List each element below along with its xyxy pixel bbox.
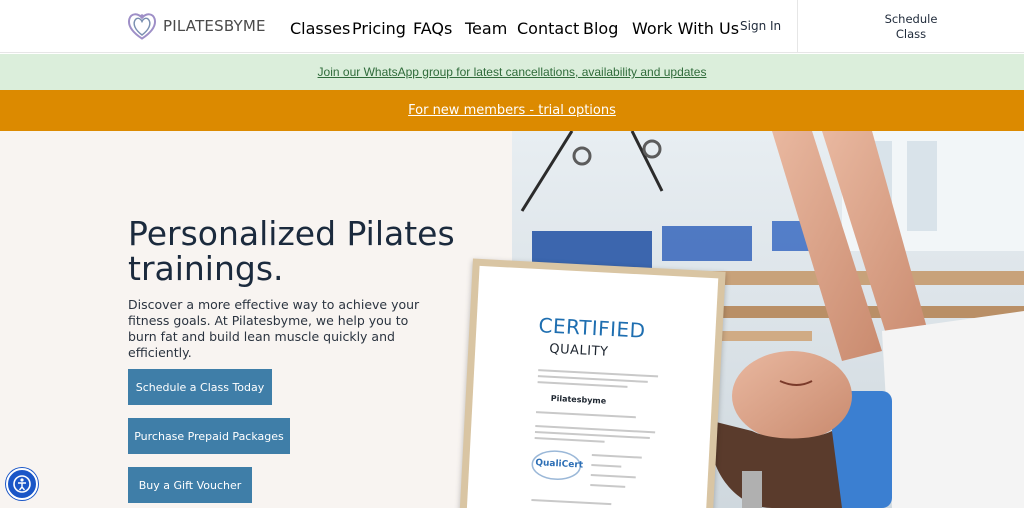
accessibility-button[interactable] [6, 468, 38, 500]
site-header: PILATESBYME Classes Pricing FAQs Team Co… [0, 0, 1024, 53]
nav-work-with-us[interactable]: Work With Us [632, 19, 739, 38]
certificate-text-line [531, 498, 612, 506]
nav-pricing[interactable]: Pricing [352, 19, 406, 38]
certificate-title: CERTIFIED [537, 313, 647, 343]
certificate-text-line [537, 381, 628, 388]
certificate-text-line [534, 437, 605, 443]
brand-name: PILATESBYME [163, 17, 266, 35]
hero-title: Personalized Pilates trainings. [128, 214, 455, 288]
trial-banner: For new members - trial options [0, 90, 1024, 131]
certificate-text-line [590, 474, 636, 479]
hero-description: Discover a more effective way to achieve… [128, 297, 420, 360]
nav-blog[interactable]: Blog [583, 19, 618, 38]
schedule-class-label: Schedule Class [884, 11, 938, 41]
schedule-class-button[interactable]: Schedule Class [797, 0, 1024, 53]
quality-certificate: CERTIFIED QUALITY Pilatesbyme QualiCert [459, 258, 726, 508]
nav-team[interactable]: Team [465, 19, 507, 38]
purchase-prepaid-packages-button[interactable]: Purchase Prepaid Packages [128, 418, 290, 454]
certificate-text-line [591, 464, 622, 468]
schedule-class-today-button[interactable]: Schedule a Class Today [128, 369, 272, 405]
certificate-holder: Pilatesbyme [550, 393, 607, 406]
trial-link[interactable]: For new members - trial options [408, 103, 616, 118]
nav-contact[interactable]: Contact [517, 19, 579, 38]
whatsapp-link[interactable]: Join our WhatsApp group for latest cance… [318, 65, 707, 79]
sign-in-link[interactable]: Sign In [740, 19, 781, 33]
certificate-subtitle: QUALITY [548, 341, 609, 360]
heart-logo-icon [127, 13, 157, 40]
certificate-text-line [535, 411, 636, 419]
buy-gift-voucher-button[interactable]: Buy a Gift Voucher [128, 467, 252, 503]
certificate-text-line [590, 484, 626, 488]
accessibility-icon [13, 475, 31, 493]
nav-faqs[interactable]: FAQs [413, 19, 452, 38]
whatsapp-banner: Join our WhatsApp group for latest cance… [0, 54, 1024, 90]
certificate-paper: CERTIFIED QUALITY Pilatesbyme QualiCert [466, 265, 719, 508]
brand-logo[interactable]: PILATESBYME [124, 8, 266, 44]
certificate-text-line [591, 454, 642, 459]
nav-classes[interactable]: Classes [290, 19, 350, 38]
